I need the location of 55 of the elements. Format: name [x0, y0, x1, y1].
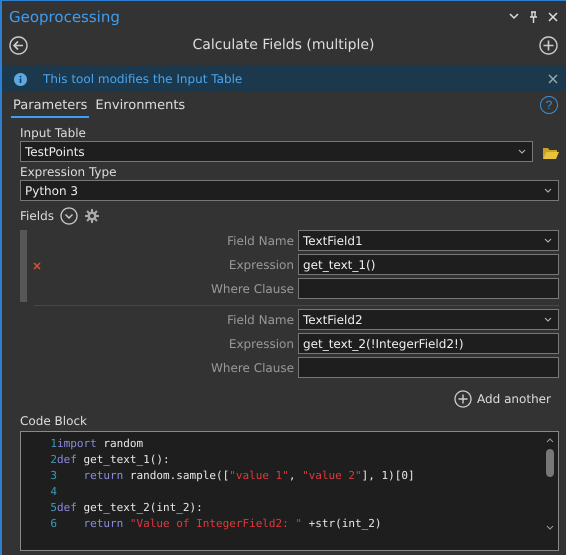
- field-label: Expression Type: [20, 165, 118, 180]
- chevron-down-icon[interactable]: [509, 13, 519, 20]
- caret-icon: [544, 238, 552, 243]
- banner-message: This tool modifies the Input Table: [43, 72, 244, 86]
- pin-icon[interactable]: [529, 10, 538, 22]
- field-label: Fields: [20, 209, 54, 223]
- code-line: def get_text_2(int_2):: [57, 500, 203, 514]
- expression-type-dropdown[interactable]: Python 3: [20, 180, 559, 201]
- code-editor[interactable]: 1import random 2def get_text_1(): 3 return random.sample(["value 1", "value 2"], 1)[0] 4 5def get_text_2(int_2): 6 return "Value of IntegerField2: " +str(int_2): [20, 431, 559, 551]
- field-label: Input Table: [20, 126, 87, 141]
- input-table-dropdown[interactable]: TestPoints: [20, 141, 533, 162]
- field-name-dropdown[interactable]: TextField2: [298, 309, 559, 330]
- line-number: 6: [49, 516, 57, 530]
- code-line: return random.sample(["value 1", "value 2"], 1)[0]: [82, 468, 415, 482]
- field-label: Where Clause: [210, 282, 294, 296]
- collapse-icon[interactable]: [60, 207, 78, 225]
- scrollbar-thumb[interactable]: [546, 449, 554, 477]
- field-label: Field Name: [226, 234, 294, 248]
- field-name-dropdown[interactable]: TextField1: [298, 230, 559, 251]
- field-label: Expression: [228, 258, 294, 272]
- line-number: 2: [49, 452, 57, 466]
- input-field[interactable]: [298, 357, 559, 378]
- tab[interactable]: Parameters: [11, 96, 90, 118]
- line-number: 3: [49, 468, 57, 482]
- code-line: def get_text_1():: [57, 452, 170, 466]
- field-label: Where Clause: [210, 360, 294, 374]
- close-icon[interactable]: [548, 74, 558, 84]
- pane-title: Geoprocessing: [9, 8, 121, 26]
- code-line: return "Value of IntegerField2: " +str(int_2): [82, 516, 382, 530]
- line-number: 5: [49, 500, 57, 514]
- input-field[interactable]: [298, 278, 559, 299]
- tab[interactable]: Environments: [93, 96, 188, 118]
- tool-title: Calculate Fields (multiple): [192, 37, 376, 53]
- line-number: 4: [49, 484, 57, 498]
- input-field[interactable]: get_text_2(!IntegerField2!): [298, 333, 559, 354]
- field-label: Expression: [228, 336, 294, 350]
- caret-icon: [518, 149, 526, 154]
- field-label: Field Name: [226, 312, 294, 326]
- caret-icon: [544, 317, 552, 322]
- line-number: 1: [49, 436, 57, 450]
- field-label: Code Block: [20, 414, 88, 429]
- add-another-button[interactable]: Add another: [454, 390, 551, 408]
- back-icon[interactable]: [9, 36, 28, 54]
- add-icon[interactable]: [539, 36, 558, 54]
- folder-icon[interactable]: [542, 146, 559, 160]
- scroll-down-icon[interactable]: [546, 525, 554, 530]
- info-icon: [14, 72, 27, 86]
- settings-icon[interactable]: [84, 208, 100, 224]
- help-button[interactable]: ?: [540, 96, 558, 114]
- scroll-up-icon[interactable]: [546, 438, 554, 443]
- caret-icon: [544, 188, 552, 193]
- add-icon: [454, 390, 472, 408]
- input-field[interactable]: get_text_1(): [298, 254, 559, 275]
- code-line: import random: [57, 436, 144, 450]
- remove-icon[interactable]: [33, 262, 41, 270]
